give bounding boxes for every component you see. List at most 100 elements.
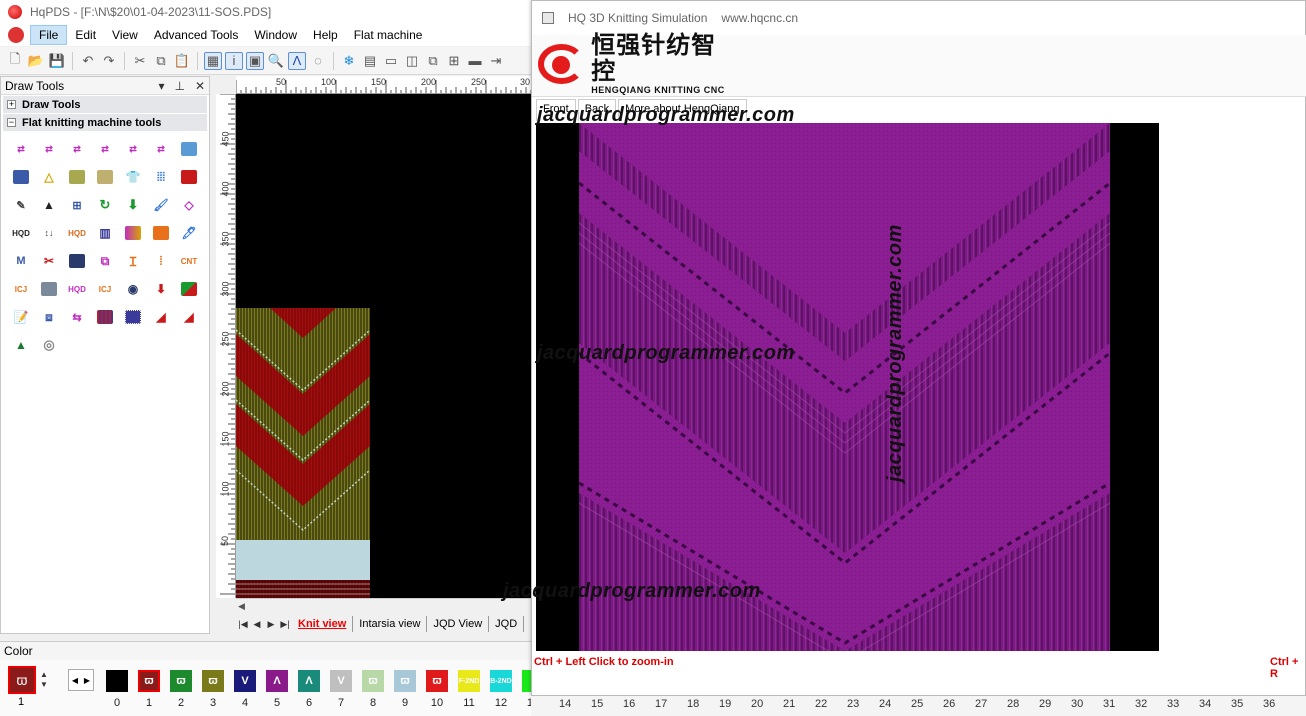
tab-intarsia-view[interactable]: Intarsia view: [353, 616, 428, 632]
cut-icon[interactable]: ✂: [131, 52, 149, 70]
tab-jqd[interactable]: JQD: [489, 616, 525, 632]
window-icon[interactable]: ▭: [382, 52, 400, 70]
tool-hqd-magenta-icon[interactable]: HQD: [63, 275, 91, 303]
tool-roll-icon[interactable]: [63, 163, 91, 191]
tool-note-icon[interactable]: 📝: [7, 303, 35, 331]
zoom-icon[interactable]: 🔍: [267, 52, 285, 70]
tool-copy-icon[interactable]: ⧉: [91, 247, 119, 275]
tool-pen-icon[interactable]: 🖊: [175, 219, 203, 247]
tool-red-grid-icon[interactable]: [175, 163, 203, 191]
color-swatch-10[interactable]: ϖ: [426, 670, 448, 692]
binoculars-icon[interactable]: ◫: [403, 52, 421, 70]
color-swatch-4[interactable]: V: [234, 670, 256, 692]
tool-hqd-orange-icon[interactable]: HQD: [63, 219, 91, 247]
tool-steps-icon[interactable]: ◢: [147, 303, 175, 331]
paste-icon[interactable]: 📋: [173, 52, 191, 70]
tool-diamond-icon[interactable]: ◇: [175, 191, 203, 219]
collapse-minus-icon[interactable]: −: [7, 118, 16, 127]
menu-edit[interactable]: Edit: [67, 26, 104, 44]
group-flat-knitting-tools[interactable]: − Flat knitting machine tools: [3, 114, 207, 131]
menu-help[interactable]: Help: [305, 26, 346, 44]
tool-eraser-icon[interactable]: [175, 135, 203, 163]
menu-file[interactable]: File: [30, 25, 68, 45]
color-swatch-6[interactable]: Λ: [298, 670, 320, 692]
color-swatch-9[interactable]: ϖ: [394, 670, 416, 692]
tool-stitch-4[interactable]: ⇄: [91, 135, 119, 163]
first-tab-icon[interactable]: |◀: [236, 619, 250, 630]
simulation-viewport[interactable]: [536, 123, 1159, 651]
tool-edit-icon[interactable]: ✎: [7, 191, 35, 219]
copy-icon[interactable]: ⧉: [152, 52, 170, 70]
group-draw-tools[interactable]: + Draw Tools: [3, 96, 207, 113]
tool-pattern-icon[interactable]: [91, 163, 119, 191]
tool-red-triangle-icon[interactable]: ◢: [175, 303, 203, 331]
tool-globe-icon[interactable]: ◉: [119, 275, 147, 303]
tool-align-icon[interactable]: ⦙: [147, 247, 175, 275]
tool-tree-icon[interactable]: ▲: [7, 331, 35, 359]
design-canvas[interactable]: [236, 94, 532, 598]
tool-color-bars-icon[interactable]: [119, 219, 147, 247]
tool-stitch-2[interactable]: ⇄: [35, 135, 63, 163]
tool-brush-icon[interactable]: 🖌: [147, 191, 175, 219]
palette-scroll-arrows[interactable]: ◀ ▶: [68, 669, 94, 691]
menu-logo-icon[interactable]: [8, 27, 24, 43]
tool-stitch-5[interactable]: ⇄: [119, 135, 147, 163]
tool-arrow-down-icon[interactable]: ⬇: [147, 275, 175, 303]
close-icon[interactable]: ✕: [195, 79, 205, 93]
palette-right-icon[interactable]: ▶: [84, 676, 90, 685]
scroll-left-icon[interactable]: ◀: [238, 601, 250, 613]
color-swatch-8[interactable]: ϖ: [362, 670, 384, 692]
menu-window[interactable]: Window: [246, 26, 305, 44]
info-icon[interactable]: i: [225, 51, 243, 70]
layers-icon[interactable]: ▤: [361, 52, 379, 70]
snowflake-icon[interactable]: ❄: [340, 52, 358, 70]
tool-link-icon[interactable]: ⇆: [63, 303, 91, 331]
new-file-icon[interactable]: 🗋: [6, 51, 24, 70]
pin-icon[interactable]: ⊥: [174, 79, 184, 93]
tool-target-icon[interactable]: ◎: [35, 331, 63, 359]
tool-rotate-icon[interactable]: ↻: [91, 191, 119, 219]
pattern-icon[interactable]: Λ: [288, 51, 306, 70]
tool-add-page-icon[interactable]: ⊞: [63, 191, 91, 219]
last-tab-icon[interactable]: ▶|: [278, 619, 292, 630]
tool-icj-2-icon[interactable]: ICJ: [91, 275, 119, 303]
redo-icon[interactable]: ↷: [100, 52, 118, 70]
tool-split-icon[interactable]: ↕↓: [35, 219, 63, 247]
save-icon[interactable]: 💾: [48, 52, 66, 70]
tool-stitch-6[interactable]: ⇄: [147, 135, 175, 163]
tool-hqd-icon[interactable]: HQD: [7, 219, 35, 247]
color-swatch-7[interactable]: V: [330, 670, 352, 692]
tool-block-icon[interactable]: [7, 163, 35, 191]
tab-jqd-view[interactable]: JQD View: [427, 616, 490, 632]
color-swatch-0[interactable]: [106, 670, 128, 692]
color-swatch-1[interactable]: ϖ: [138, 670, 160, 692]
tool-orange-block-icon[interactable]: [147, 219, 175, 247]
menu-flat-machine[interactable]: Flat machine: [346, 26, 431, 44]
tool-triangle-icon[interactable]: △: [35, 163, 63, 191]
tool-dotted-square-icon[interactable]: [119, 303, 147, 331]
color-swatch-12[interactable]: B-2ND: [490, 670, 512, 692]
tool-fill-icon[interactable]: ⧈: [35, 303, 63, 331]
tool-i-beam-icon[interactable]: Ｉ: [119, 247, 147, 275]
horizontal-scrollbar[interactable]: ◀: [236, 598, 532, 615]
tool-photo-icon[interactable]: [63, 247, 91, 275]
color-swatch-3[interactable]: ϖ: [202, 670, 224, 692]
tool-m-icon[interactable]: M: [7, 247, 35, 275]
tool-bars-icon[interactable]: ⦙⦙⦙: [147, 163, 175, 191]
prev-tab-icon[interactable]: ◀: [250, 619, 264, 630]
tool-columns-icon[interactable]: ▥: [91, 219, 119, 247]
expand-plus-icon[interactable]: +: [7, 100, 16, 109]
tool-swap-icon[interactable]: [175, 275, 203, 303]
tile-icon[interactable]: ⊞: [445, 52, 463, 70]
dropdown-icon[interactable]: ▾: [158, 79, 164, 93]
machine-icon[interactable]: ▬: [466, 52, 484, 70]
color-swatch-2[interactable]: ϖ: [170, 670, 192, 692]
select-icon[interactable]: ◌: [309, 52, 327, 70]
tool-scissors-icon[interactable]: ✂: [35, 247, 63, 275]
tool-stitch-3[interactable]: ⇄: [63, 135, 91, 163]
color-swatch-11[interactable]: F-2ND: [458, 670, 480, 692]
grid-icon[interactable]: ▦: [204, 51, 222, 70]
current-color-swatch[interactable]: ϖ: [8, 666, 36, 694]
duplicate-icon[interactable]: ⧉: [424, 52, 442, 70]
tool-icj-icon[interactable]: ICJ: [7, 275, 35, 303]
